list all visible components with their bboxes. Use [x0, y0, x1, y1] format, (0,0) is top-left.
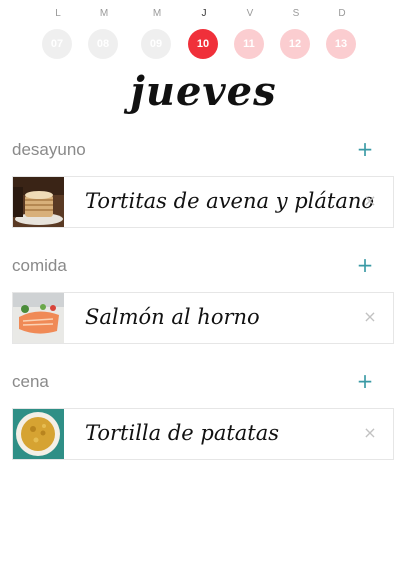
add-icon[interactable]: +: [354, 138, 376, 160]
meal-name: desayuno: [12, 140, 86, 159]
meal-card-comida[interactable]: Salmón al horno ×: [12, 292, 394, 344]
pancakes-thumbnail: [13, 177, 64, 227]
day-number[interactable]: 09: [141, 29, 171, 59]
close-icon[interactable]: ×: [361, 308, 379, 326]
day-monday[interactable]: L 07: [42, 0, 74, 60]
day-friday[interactable]: V 11: [234, 0, 266, 60]
meal-header-desayuno: desayuno +: [12, 138, 382, 162]
day-number[interactable]: 12: [280, 29, 310, 59]
day-letter: D: [338, 8, 346, 19]
meal-header-comida: comida +: [12, 254, 382, 278]
meal-name: cena: [12, 372, 49, 391]
day-number[interactable]: 07: [42, 29, 72, 59]
day-thursday[interactable]: J 10: [188, 0, 220, 60]
day-letter: S: [292, 8, 300, 19]
week-selector: L 07 M 08 M 09 J 10 V 11 S 12 D 13: [42, 0, 364, 60]
tortilla-thumbnail: [13, 409, 64, 459]
day-letter: L: [55, 8, 61, 19]
page-title: jueves: [130, 68, 277, 115]
day-letter: M: [152, 8, 162, 19]
day-wednesday[interactable]: M 09: [141, 0, 173, 60]
day-letter: V: [246, 8, 254, 19]
meal-card-desayuno[interactable]: Tortitas de avena y plátano ×: [12, 176, 394, 228]
day-sunday[interactable]: D 13: [326, 0, 358, 60]
salmon-thumbnail: [13, 293, 64, 343]
recipe-name[interactable]: Tortitas de avena y plátano: [85, 189, 374, 213]
day-number[interactable]: 08: [88, 29, 118, 59]
meal-header-cena: cena +: [12, 370, 382, 394]
day-number[interactable]: 13: [326, 29, 356, 59]
meal-name: comida: [12, 256, 67, 275]
day-tuesday[interactable]: M 08: [88, 0, 120, 60]
meal-card-cena[interactable]: Tortilla de patatas ×: [12, 408, 394, 460]
recipe-name[interactable]: Tortilla de patatas: [85, 421, 279, 445]
recipe-name[interactable]: Salmón al horno: [85, 305, 260, 329]
day-number[interactable]: 11: [234, 29, 264, 59]
day-number-selected[interactable]: 10: [188, 29, 218, 59]
day-letter: J: [201, 8, 207, 19]
close-icon[interactable]: ×: [361, 424, 379, 442]
day-letter: M: [99, 8, 109, 19]
add-icon[interactable]: +: [354, 254, 376, 276]
day-saturday[interactable]: S 12: [280, 0, 312, 60]
add-icon[interactable]: +: [354, 370, 376, 392]
close-icon[interactable]: ×: [361, 192, 379, 210]
